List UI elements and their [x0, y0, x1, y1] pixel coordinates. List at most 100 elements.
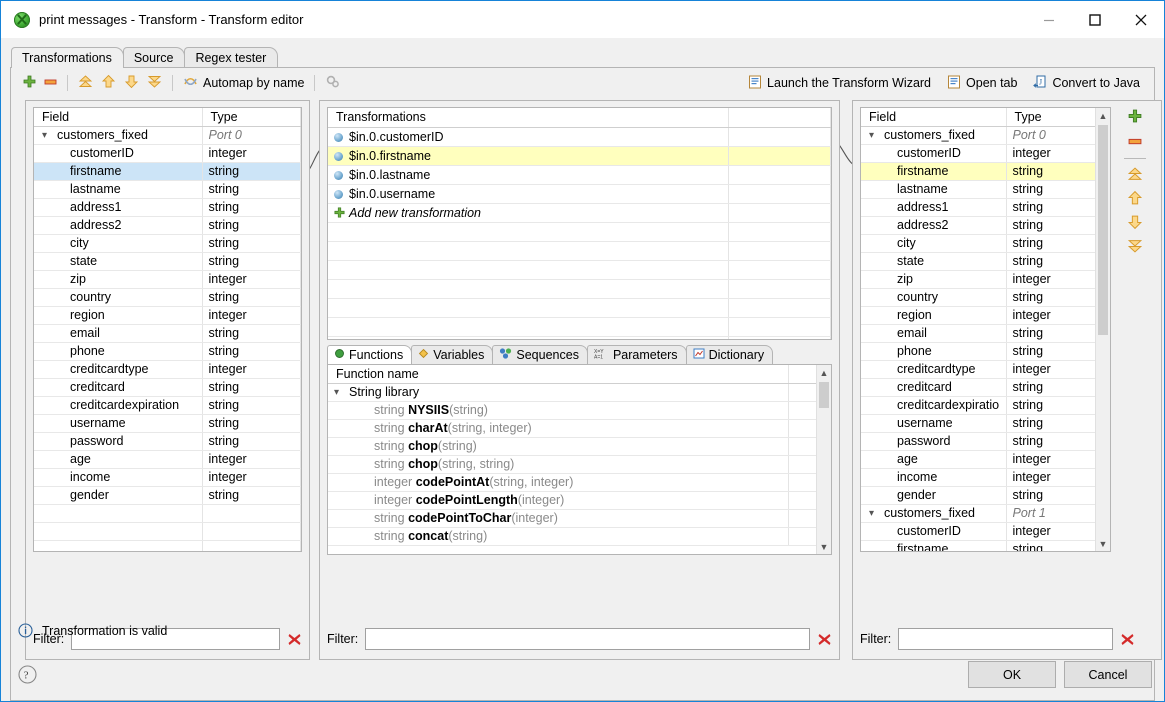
input-field-row[interactable]: firstnamestring: [34, 162, 301, 180]
ok-button[interactable]: OK: [968, 661, 1056, 688]
transformation-empty-row[interactable]: [328, 298, 831, 317]
input-field-row[interactable]: emailstring: [34, 324, 301, 342]
scroll-up-icon[interactable]: ▲: [1096, 108, 1110, 123]
input-field-row[interactable]: [34, 504, 301, 522]
functions-table[interactable]: Function name ▾String library string NYS…: [328, 365, 831, 546]
output-field-row[interactable]: zipinteger: [861, 270, 1110, 288]
output-field-row[interactable]: address2string: [861, 216, 1110, 234]
output-field-row[interactable]: customerIDinteger: [861, 144, 1110, 162]
chevron-down-icon[interactable]: ▾: [869, 508, 880, 519]
automap-by-name-button[interactable]: Automap by name: [179, 71, 308, 95]
open-tab-button[interactable]: Open tab: [943, 71, 1021, 95]
output-field-row[interactable]: customerIDinteger: [861, 522, 1110, 540]
tab-regex-tester[interactable]: Regex tester: [184, 47, 278, 67]
close-icon[interactable]: [1118, 1, 1164, 38]
function-row[interactable]: string NYSIIS(string): [328, 401, 831, 419]
move-up-button[interactable]: [97, 71, 120, 95]
output-field-row[interactable]: usernamestring: [861, 414, 1110, 432]
input-field-row[interactable]: statestring: [34, 252, 301, 270]
minimize-icon[interactable]: [1026, 1, 1072, 38]
output-field-row[interactable]: firstnamestring: [861, 162, 1110, 180]
move-down-button[interactable]: [120, 71, 143, 95]
help-icon[interactable]: ?: [18, 665, 37, 684]
output-field-row[interactable]: ▾customers_fixedPort 1: [861, 504, 1110, 522]
output-field-row[interactable]: ageinteger: [861, 450, 1110, 468]
output-field-row[interactable]: citystring: [861, 234, 1110, 252]
input-field-row[interactable]: passwordstring: [34, 432, 301, 450]
input-field-row[interactable]: [34, 522, 301, 540]
transformation-row[interactable]: $in.0.lastname: [328, 165, 831, 184]
scrollbar-thumb[interactable]: [1098, 125, 1108, 335]
input-field-row[interactable]: regioninteger: [34, 306, 301, 324]
move-to-bottom-icon[interactable]: [1127, 238, 1143, 257]
output-field-row[interactable]: regioninteger: [861, 306, 1110, 324]
transformation-row[interactable]: Add new transformation: [328, 203, 831, 222]
output-field-row[interactable]: passwordstring: [861, 432, 1110, 450]
tab-sequences[interactable]: Sequences: [492, 345, 588, 364]
function-group-row[interactable]: ▾String library: [328, 383, 831, 401]
scroll-down-icon[interactable]: ▼: [817, 539, 831, 554]
scrollbar-thumb[interactable]: [819, 382, 829, 408]
tab-variables[interactable]: Variables: [411, 345, 493, 364]
input-field-row[interactable]: genderstring: [34, 486, 301, 504]
move-to-top-icon[interactable]: [1127, 166, 1143, 185]
output-field-row[interactable]: statestring: [861, 252, 1110, 270]
add-icon[interactable]: [334, 207, 344, 217]
function-row[interactable]: integer codePointLength(integer): [328, 491, 831, 509]
transformation-empty-row[interactable]: [328, 222, 831, 241]
transformation-empty-row[interactable]: [328, 317, 831, 336]
input-field-row[interactable]: lastnamestring: [34, 180, 301, 198]
maximize-icon[interactable]: [1072, 1, 1118, 38]
function-row[interactable]: string charAt(string, integer): [328, 419, 831, 437]
tab-functions[interactable]: Functions: [327, 345, 412, 364]
output-field-row[interactable]: lastnamestring: [861, 180, 1110, 198]
output-field-row[interactable]: creditcardexpiratiostring: [861, 396, 1110, 414]
move-to-bottom-button[interactable]: [143, 71, 166, 95]
output-field-row[interactable]: genderstring: [861, 486, 1110, 504]
input-field-row[interactable]: creditcardtypeinteger: [34, 360, 301, 378]
input-field-row[interactable]: address1string: [34, 198, 301, 216]
transformation-empty-row[interactable]: [328, 279, 831, 298]
move-to-top-button[interactable]: [74, 71, 97, 95]
chevron-down-icon[interactable]: ▾: [334, 387, 345, 398]
input-field-row[interactable]: address2string: [34, 216, 301, 234]
output-field-row[interactable]: countrystring: [861, 288, 1110, 306]
input-field-row[interactable]: [34, 540, 301, 552]
tab-dictionary[interactable]: Dictionary: [686, 345, 774, 364]
input-field-row[interactable]: citystring: [34, 234, 301, 252]
settings-button[interactable]: [321, 71, 344, 95]
output-field-row[interactable]: phonestring: [861, 342, 1110, 360]
input-field-row[interactable]: usernamestring: [34, 414, 301, 432]
add-icon[interactable]: [1128, 109, 1142, 126]
output-field-row[interactable]: firstnamestring: [861, 540, 1110, 552]
chevron-down-icon[interactable]: ▾: [42, 130, 53, 141]
tab-source[interactable]: Source: [123, 47, 186, 67]
tab-parameters[interactable]: X=YA=1 Parameters: [587, 345, 687, 364]
chevron-down-icon[interactable]: ▾: [869, 130, 880, 141]
output-field-row[interactable]: creditcardstring: [861, 378, 1110, 396]
transformation-empty-row[interactable]: [328, 260, 831, 279]
input-field-row[interactable]: customerIDinteger: [34, 144, 301, 162]
input-field-row[interactable]: countrystring: [34, 288, 301, 306]
input-field-row[interactable]: ageinteger: [34, 450, 301, 468]
input-field-row[interactable]: phonestring: [34, 342, 301, 360]
transformation-row[interactable]: $in.0.username: [328, 184, 831, 203]
transformation-empty-row[interactable]: [328, 336, 831, 340]
input-fields-table[interactable]: FieldType▾customers_fixedPort 0customerI…: [34, 108, 301, 552]
output-field-row[interactable]: incomeinteger: [861, 468, 1110, 486]
input-field-row[interactable]: creditcardstring: [34, 378, 301, 396]
move-down-icon[interactable]: [1127, 214, 1143, 233]
output-field-row[interactable]: creditcardtypeinteger: [861, 360, 1110, 378]
transformation-empty-row[interactable]: [328, 241, 831, 260]
launch-transform-wizard-button[interactable]: Launch the Transform Wizard: [744, 71, 935, 95]
output-vertical-scrollbar[interactable]: ▲ ▼: [1095, 108, 1110, 551]
function-row[interactable]: string chop(string, string): [328, 455, 831, 473]
output-field-row[interactable]: address1string: [861, 198, 1110, 216]
add-button[interactable]: [19, 71, 40, 95]
functions-vertical-scrollbar[interactable]: ▲ ▼: [816, 365, 831, 554]
convert-to-java-button[interactable]: J Convert to Java: [1029, 71, 1144, 95]
input-field-row[interactable]: creditcardexpirationstring: [34, 396, 301, 414]
function-row[interactable]: string concat(string): [328, 527, 831, 545]
input-field-row[interactable]: incomeinteger: [34, 468, 301, 486]
remove-icon[interactable]: [1128, 134, 1142, 151]
